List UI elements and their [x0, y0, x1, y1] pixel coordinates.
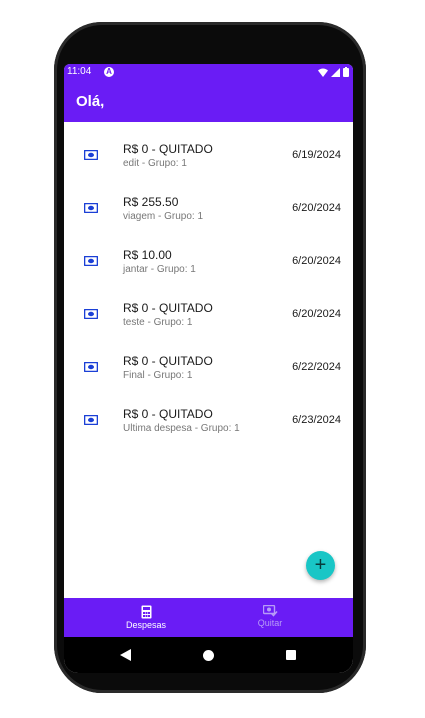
expense-date: 6/19/2024 — [292, 149, 341, 161]
money-icon — [84, 150, 98, 160]
expense-description: jantar - Grupo: 1 — [123, 264, 196, 275]
money-icon — [84, 256, 98, 266]
expense-row[interactable]: R$ 0 - QUITADO Ultima despesa - Grupo: 1… — [64, 387, 353, 440]
money-icon — [84, 203, 98, 213]
expense-date: 6/23/2024 — [292, 414, 341, 426]
app-bar: Olá, — [64, 81, 353, 122]
expense-list: R$ 0 - QUITADO edit - Grupo: 1 6/19/2024… — [64, 122, 353, 440]
nav-tab-despesas[interactable]: Despesas — [74, 598, 218, 637]
system-navigation-bar — [64, 637, 353, 673]
status-time: 11:04 — [67, 66, 92, 77]
wifi-icon — [318, 68, 328, 77]
expense-amount: R$ 0 - QUITADO — [123, 142, 213, 156]
expense-amount: R$ 10.00 — [123, 248, 172, 262]
expense-row[interactable]: R$ 0 - QUITADO edit - Grupo: 1 6/19/2024 — [64, 122, 353, 175]
home-icon[interactable] — [203, 650, 214, 661]
expense-amount: R$ 0 - QUITADO — [123, 407, 213, 421]
expense-date: 6/22/2024 — [292, 361, 341, 373]
nav-label: Quitar — [257, 618, 283, 628]
battery-icon — [343, 67, 349, 77]
signal-icon — [331, 67, 340, 77]
expense-row[interactable]: R$ 255.50 viagem - Grupo: 1 6/20/2024 — [64, 175, 353, 228]
expense-description: Final - Grupo: 1 — [123, 370, 193, 381]
expense-description: teste - Grupo: 1 — [123, 317, 193, 328]
expense-row[interactable]: R$ 10.00 jantar - Grupo: 1 6/20/2024 — [64, 228, 353, 281]
screen: 11:04 A Olá, R$ 0 - QUITADO edit - Grupo… — [64, 64, 353, 673]
notification-icon: A — [104, 67, 114, 77]
add-expense-button[interactable]: + — [306, 551, 335, 580]
money-icon — [84, 309, 98, 319]
expense-amount: R$ 255.50 — [123, 195, 179, 209]
money-icon — [84, 362, 98, 372]
expense-amount: R$ 0 - QUITADO — [123, 354, 213, 368]
money-check-icon — [262, 605, 278, 617]
bottom-navigation: Despesas Quitar — [64, 598, 353, 637]
expense-date: 6/20/2024 — [292, 308, 341, 320]
status-icons — [318, 67, 349, 77]
expense-amount: R$ 0 - QUITADO — [123, 301, 213, 315]
nav-label: Despesas — [125, 620, 167, 630]
nav-tab-quitar[interactable]: Quitar — [198, 598, 342, 637]
expense-row[interactable]: R$ 0 - QUITADO teste - Grupo: 1 6/20/202… — [64, 281, 353, 334]
expense-description: Ultima despesa - Grupo: 1 — [123, 423, 240, 434]
back-icon[interactable] — [120, 649, 131, 661]
recents-icon[interactable] — [286, 650, 296, 660]
status-bar: 11:04 A — [64, 64, 353, 81]
expense-date: 6/20/2024 — [292, 255, 341, 267]
calculator-icon — [141, 605, 151, 619]
expense-description: edit - Grupo: 1 — [123, 158, 187, 169]
expense-date: 6/20/2024 — [292, 202, 341, 214]
money-icon — [84, 415, 98, 425]
expense-row[interactable]: R$ 0 - QUITADO Final - Grupo: 1 6/22/202… — [64, 334, 353, 387]
expense-description: viagem - Grupo: 1 — [123, 211, 204, 222]
page-title: Olá, — [76, 93, 105, 110]
